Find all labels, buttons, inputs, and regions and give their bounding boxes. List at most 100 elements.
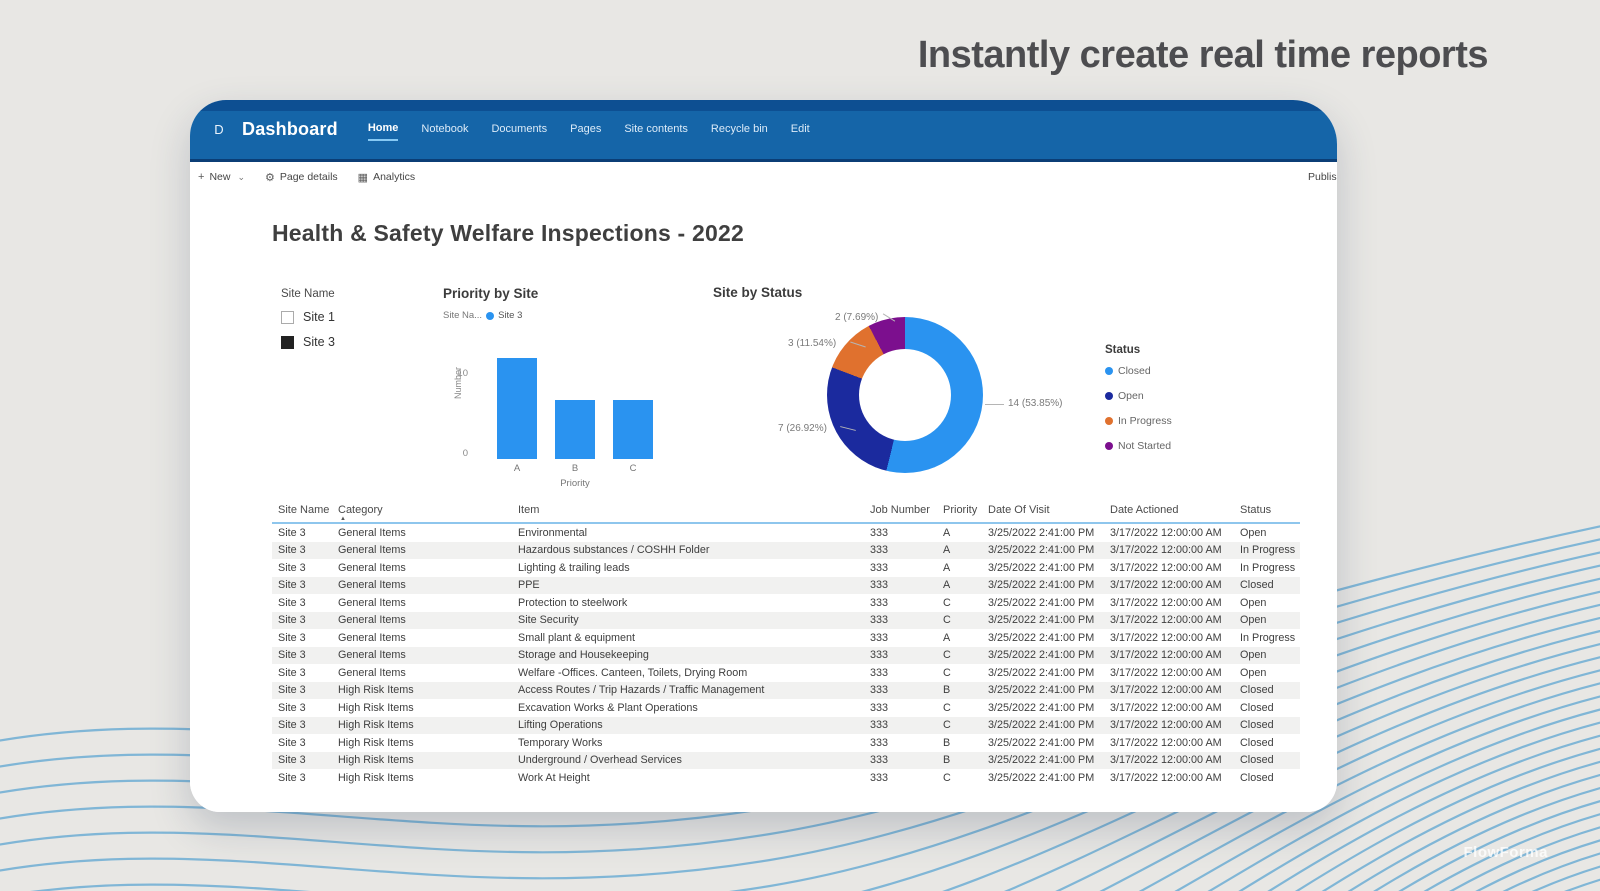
nav-site-contents[interactable]: Site contents: [624, 119, 688, 140]
table-cell: 3/17/2022 12:00:00 AM: [1110, 614, 1240, 626]
table-cell: Site 3: [278, 614, 338, 626]
table-cell: 3/25/2022 2:41:00 PM: [988, 719, 1110, 731]
table-cell: High Risk Items: [338, 737, 518, 749]
table-cell: Excavation Works & Plant Operations: [518, 702, 870, 714]
publish-button[interactable]: Publish: [1308, 162, 1337, 192]
legend-dot-icon: [1105, 442, 1113, 450]
slicer-option-site-1[interactable]: Site 1: [281, 310, 335, 324]
legend-item-not-started[interactable]: Not Started: [1105, 440, 1172, 452]
table-cell: General Items: [338, 632, 518, 644]
site-logo[interactable]: D: [206, 122, 232, 137]
table-cell: Closed: [1240, 702, 1300, 714]
table-row[interactable]: Site 3General ItemsEnvironmental333A3/25…: [272, 524, 1300, 542]
table-row[interactable]: Site 3General ItemsLighting & trailing l…: [272, 559, 1300, 577]
bar-chart-x-labels: ABC: [490, 463, 660, 474]
column-header-date-of-visit[interactable]: Date Of Visit: [988, 504, 1110, 516]
table-row[interactable]: Site 3General ItemsPPE333A3/25/2022 2:41…: [272, 577, 1300, 595]
analytics-button[interactable]: ▦ Analytics: [358, 171, 415, 184]
table-row[interactable]: Site 3General ItemsWelfare -Offices. Can…: [272, 664, 1300, 682]
bar-legend-series: Site 3: [498, 310, 522, 321]
table-cell: Environmental: [518, 527, 870, 539]
table-cell: High Risk Items: [338, 754, 518, 766]
table-row[interactable]: Site 3High Risk ItemsTemporary Works333B…: [272, 734, 1300, 752]
table-cell: General Items: [338, 562, 518, 574]
table-row[interactable]: Site 3High Risk ItemsAccess Routes / Tri…: [272, 682, 1300, 700]
column-header-item[interactable]: Item: [518, 504, 870, 516]
table-row[interactable]: Site 3High Risk ItemsWork At Height333C3…: [272, 769, 1300, 787]
column-header-job-number[interactable]: Job Number: [870, 504, 943, 516]
table-cell: 333: [870, 719, 943, 731]
table-cell: 3/25/2022 2:41:00 PM: [988, 632, 1110, 644]
table-cell: Site 3: [278, 754, 338, 766]
bar-C[interactable]: [613, 400, 653, 459]
table-row[interactable]: Site 3General ItemsStorage and Housekeep…: [272, 647, 1300, 665]
table-cell: General Items: [338, 667, 518, 679]
inspections-table: Site NameCategory▲ItemJob NumberPriority…: [272, 504, 1300, 787]
new-button-label: New: [209, 171, 230, 183]
table-cell: 333: [870, 649, 943, 661]
table-cell: 333: [870, 527, 943, 539]
table-cell: Open: [1240, 597, 1300, 609]
table-row[interactable]: Site 3General ItemsProtection to steelwo…: [272, 594, 1300, 612]
table-row[interactable]: Site 3General ItemsSite Security333C3/25…: [272, 612, 1300, 630]
gear-icon: ⚙: [265, 171, 275, 184]
table-cell: 333: [870, 632, 943, 644]
nav-pages[interactable]: Pages: [570, 119, 601, 140]
checkbox-checked-icon[interactable]: [281, 336, 294, 349]
table-cell: 3/17/2022 12:00:00 AM: [1110, 754, 1240, 766]
table-cell: Site 3: [278, 527, 338, 539]
nav-edit[interactable]: Edit: [791, 119, 810, 140]
table-cell: Open: [1240, 667, 1300, 679]
column-header-site-name[interactable]: Site Name: [278, 504, 338, 516]
table-row[interactable]: Site 3High Risk ItemsExcavation Works & …: [272, 699, 1300, 717]
column-header-date-actioned[interactable]: Date Actioned: [1110, 504, 1240, 516]
table-cell: 333: [870, 579, 943, 591]
page-details-button[interactable]: ⚙ Page details: [265, 171, 338, 184]
bar-B[interactable]: [555, 400, 595, 459]
table-cell: General Items: [338, 544, 518, 556]
nav-notebook[interactable]: Notebook: [421, 119, 468, 140]
table-cell: A: [943, 544, 988, 556]
legend-item-closed[interactable]: Closed: [1105, 365, 1172, 377]
table-row[interactable]: Site 3High Risk ItemsUnderground / Overh…: [272, 752, 1300, 770]
table-cell: 333: [870, 737, 943, 749]
table-cell: Site 3: [278, 597, 338, 609]
bar-A[interactable]: [497, 358, 537, 459]
chevron-down-icon: ⌄: [237, 172, 245, 183]
nav-documents[interactable]: Documents: [491, 119, 547, 140]
table-cell: C: [943, 702, 988, 714]
table-row[interactable]: Site 3General ItemsSmall plant & equipme…: [272, 629, 1300, 647]
table-cell: 3/25/2022 2:41:00 PM: [988, 754, 1110, 766]
checkbox-unchecked-icon[interactable]: [281, 311, 294, 324]
column-header-category[interactable]: Category▲: [338, 504, 518, 516]
legend-item-label: Not Started: [1118, 440, 1171, 452]
legend-item-label: Open: [1118, 390, 1144, 402]
table-cell: 3/17/2022 12:00:00 AM: [1110, 562, 1240, 574]
slicer-option-site-3[interactable]: Site 3: [281, 335, 335, 349]
sort-ascending-icon: ▲: [340, 516, 346, 522]
table-cell: 333: [870, 667, 943, 679]
legend-item-in-progress[interactable]: In Progress: [1105, 415, 1172, 427]
table-cell: Site 3: [278, 772, 338, 784]
table-row[interactable]: Site 3High Risk ItemsLifting Operations3…: [272, 717, 1300, 735]
table-cell: Storage and Housekeeping: [518, 649, 870, 661]
column-header-status[interactable]: Status: [1240, 504, 1300, 516]
site-title[interactable]: Dashboard: [242, 119, 338, 140]
table-cell: High Risk Items: [338, 702, 518, 714]
table-cell: Closed: [1240, 772, 1300, 784]
bar-chart-y-axis-title: Number: [453, 353, 463, 413]
table-cell: A: [943, 562, 988, 574]
report-canvas: Health & Safety Welfare Inspections - 20…: [190, 192, 1337, 812]
column-header-priority[interactable]: Priority: [943, 504, 988, 516]
nav-recycle-bin[interactable]: Recycle bin: [711, 119, 768, 140]
table-cell: 333: [870, 702, 943, 714]
new-button[interactable]: + New ⌄: [198, 171, 245, 183]
table-row[interactable]: Site 3General ItemsHazardous substances …: [272, 542, 1300, 560]
table-cell: A: [943, 527, 988, 539]
table-cell: Closed: [1240, 719, 1300, 731]
legend-item-open[interactable]: Open: [1105, 390, 1172, 402]
table-cell: Underground / Overhead Services: [518, 754, 870, 766]
table-cell: Site 3: [278, 667, 338, 679]
table-cell: 333: [870, 684, 943, 696]
nav-home[interactable]: Home: [368, 118, 399, 141]
